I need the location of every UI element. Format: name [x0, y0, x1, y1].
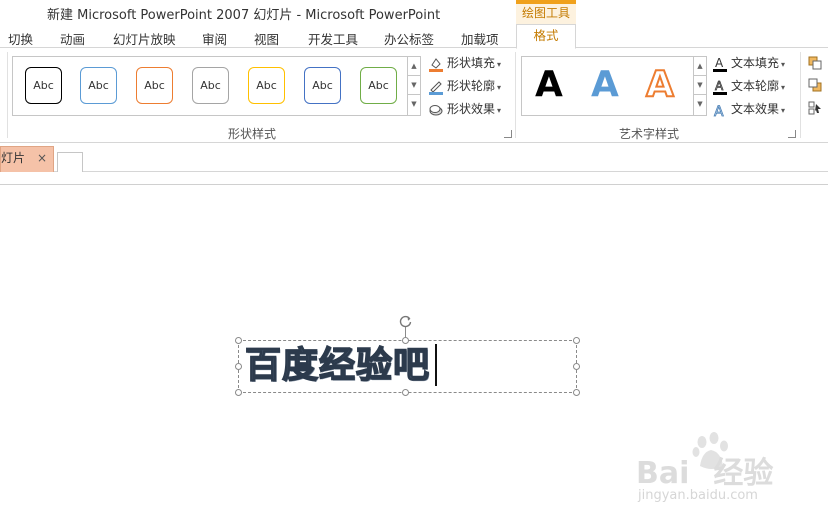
shape-style-swatch[interactable]: Abc: [360, 67, 397, 104]
tab-slideshow[interactable]: 幻灯片放映: [113, 29, 176, 48]
text-outline-button[interactable]: A 文本轮廓 ▾: [712, 77, 785, 95]
gallery-up-button[interactable]: ▲: [408, 57, 420, 76]
shape-effects-label: 形状效果: [447, 102, 496, 116]
svg-text:A: A: [715, 56, 724, 70]
svg-text:A: A: [715, 79, 724, 93]
wordart-style-sample[interactable]: A: [535, 63, 563, 107]
window-title: 新建 Microsoft PowerPoint 2007 幻灯片 - Micro…: [47, 8, 441, 23]
gallery-scrollbar: ▲ ▼ ▼: [407, 57, 420, 115]
shape-fill-button[interactable]: 形状填充 ▾: [428, 54, 501, 72]
resize-handle-bottom-right[interactable]: [573, 389, 580, 396]
wordart-style-sample[interactable]: A: [591, 63, 619, 107]
rotate-handle-icon[interactable]: [398, 314, 413, 329]
tab-developer[interactable]: 开发工具: [308, 29, 358, 48]
shape-styles-gallery: Abc Abc Abc Abc Abc Abc Abc ▲ ▼ ▼: [12, 56, 421, 116]
shape-outline-label: 形状轮廓: [447, 79, 496, 93]
document-tab-slides[interactable]: 幻灯片 ×: [0, 146, 54, 172]
title-bar: 新建 Microsoft PowerPoint 2007 幻灯片 - Micro…: [0, 0, 828, 24]
wordart-text[interactable]: 百度经验吧: [244, 343, 430, 389]
text-outline-label: 文本轮廓: [731, 79, 780, 93]
wordart-styles-group-label: 艺术字样式: [619, 127, 680, 141]
watermark-brand: Bai 经验: [636, 456, 774, 491]
resize-handle-right[interactable]: [573, 363, 580, 370]
shape-effects-icon: [429, 104, 443, 115]
group-separator: [515, 52, 516, 138]
group-separator: [7, 52, 8, 138]
tab-view[interactable]: 视图: [254, 29, 279, 48]
wordart-gallery-up-button[interactable]: ▲: [694, 57, 706, 76]
text-effects-icon: A: [714, 103, 725, 118]
group-separator: [800, 52, 801, 138]
wordart-styles-dialog-launcher[interactable]: [788, 130, 796, 138]
pencil-icon: [429, 80, 443, 95]
text-fill-label: 文本填充: [731, 56, 780, 70]
tab-office-tabs[interactable]: 办公标签: [384, 29, 434, 48]
slide-area-top-border: [0, 184, 828, 185]
shape-style-swatch[interactable]: Abc: [136, 67, 173, 104]
wordart-gallery-scrollbar: ▲ ▼ ▼: [693, 57, 706, 115]
close-icon[interactable]: ×: [37, 147, 47, 169]
send-backward-icon[interactable]: [808, 78, 822, 92]
new-tab-button[interactable]: [57, 152, 83, 172]
wordart-gallery-down-button[interactable]: ▼: [694, 76, 706, 95]
text-effects-button[interactable]: A 文本效果 ▾: [712, 100, 785, 118]
resize-handle-left[interactable]: [235, 363, 242, 370]
shape-effects-button[interactable]: 形状效果 ▾: [428, 100, 501, 118]
shape-style-swatch[interactable]: Abc: [80, 67, 117, 104]
resize-handle-bottom-left[interactable]: [235, 389, 242, 396]
shape-style-swatch[interactable]: Abc: [248, 67, 285, 104]
wordart-styles-gallery: A A A ▲ ▼ ▼: [521, 56, 707, 116]
shape-fill-label: 形状填充: [447, 56, 496, 70]
document-tab-label: 幻灯片: [1, 151, 26, 165]
shape-styles-dialog-launcher[interactable]: [504, 130, 512, 138]
text-cursor: [435, 344, 437, 386]
watermark-url: jingyan.baidu.com: [638, 488, 758, 503]
text-effects-label: 文本效果: [731, 102, 780, 116]
tab-animations[interactable]: 动画: [60, 29, 85, 48]
document-tabs-bar: 幻灯片 ×: [0, 143, 828, 172]
shape-outline-button[interactable]: 形状轮廓 ▾: [428, 77, 501, 95]
gallery-down-button[interactable]: ▼: [408, 76, 420, 95]
tab-review[interactable]: 审阅: [202, 29, 227, 48]
resize-handle-top-right[interactable]: [573, 337, 580, 344]
tab-transitions[interactable]: 切换: [8, 29, 33, 48]
wordart-gallery-more-button[interactable]: ▼: [694, 95, 706, 114]
gallery-more-button[interactable]: ▼: [408, 95, 420, 114]
text-fill-icon: A: [713, 56, 727, 72]
resize-handle-bottom[interactable]: [402, 389, 409, 396]
bring-forward-icon[interactable]: [808, 56, 822, 70]
ribbon: Abc Abc Abc Abc Abc Abc Abc ▲ ▼ ▼ 形状填充 ▾ …: [0, 48, 828, 143]
resize-handle-top-left[interactable]: [235, 337, 242, 344]
ribbon-tabs: 切换 动画 幻灯片放映 审阅 视图 开发工具 办公标签 加载项 格式: [0, 24, 828, 49]
shape-style-swatch[interactable]: Abc: [25, 67, 62, 104]
shape-styles-group-label: 形状样式: [228, 127, 277, 141]
drawing-tools-context-header: 绘图工具: [516, 0, 576, 24]
wordart-style-sample[interactable]: A: [645, 63, 675, 107]
tab-format[interactable]: 格式: [516, 24, 576, 49]
text-fill-button[interactable]: A 文本填充 ▾: [712, 54, 785, 72]
text-outline-icon: A: [713, 79, 727, 95]
shape-style-swatch[interactable]: Abc: [192, 67, 229, 104]
selection-pane-icon[interactable]: [808, 101, 822, 115]
shape-style-swatch[interactable]: Abc: [304, 67, 341, 104]
tab-addins[interactable]: 加载项: [461, 29, 499, 48]
paint-bucket-icon: [429, 57, 443, 72]
svg-text:A: A: [714, 104, 724, 118]
